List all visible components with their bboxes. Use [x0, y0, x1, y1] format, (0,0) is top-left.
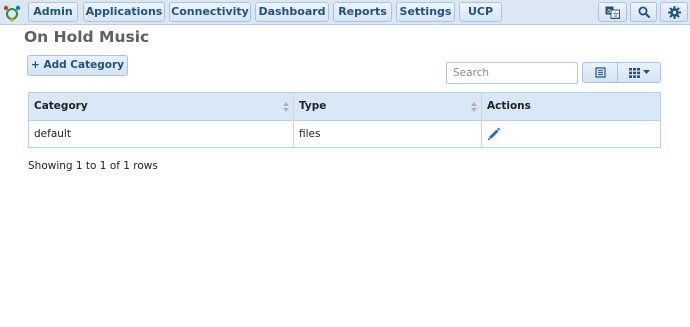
columns-dropdown-button[interactable]: [617, 62, 661, 83]
gear-icon: [667, 5, 681, 19]
add-category-button[interactable]: + Add Category: [27, 55, 128, 76]
column-header-type[interactable]: Type: [294, 93, 481, 120]
nav-applications[interactable]: Applications: [83, 2, 165, 22]
sort-icon[interactable]: [283, 102, 289, 112]
caret-down-icon: [642, 70, 650, 74]
cell-actions: [482, 121, 660, 147]
nav-ucp[interactable]: UCP: [459, 2, 502, 22]
nav-dashboard[interactable]: Dashboard: [255, 2, 329, 22]
edit-pencil-icon[interactable]: [487, 127, 501, 141]
search-button[interactable]: [630, 2, 657, 22]
toggle-view-button[interactable]: [582, 62, 618, 83]
search-icon: [638, 6, 650, 18]
nav-admin[interactable]: Admin: [28, 2, 78, 22]
cell-category: default: [34, 128, 71, 140]
cell-type: files: [299, 128, 321, 140]
search-input[interactable]: [446, 62, 578, 84]
top-navbar: Admin Applications Connectivity Dashboar…: [0, 0, 690, 25]
nav-settings[interactable]: Settings: [396, 2, 455, 22]
settings-button[interactable]: [660, 2, 688, 22]
language-button[interactable]: a 文: [598, 2, 627, 22]
list-view-icon: [594, 67, 606, 78]
freepbx-logo-icon[interactable]: [2, 3, 22, 22]
categories-table: Category Type Actions default files: [28, 92, 661, 148]
column-header-actions: Actions: [487, 100, 531, 112]
svg-text:文: 文: [613, 10, 620, 19]
columns-grid-icon: [628, 67, 640, 78]
language-icon: a 文: [605, 6, 620, 19]
sort-icon[interactable]: [471, 102, 477, 112]
nav-connectivity[interactable]: Connectivity: [169, 2, 251, 22]
page-title: On Hold Music: [24, 28, 150, 46]
nav-reports[interactable]: Reports: [333, 2, 392, 22]
column-header-category[interactable]: Category: [29, 93, 293, 120]
pagination-info: Showing 1 to 1 of 1 rows: [28, 160, 158, 172]
table-header: Category Type Actions: [29, 93, 660, 121]
